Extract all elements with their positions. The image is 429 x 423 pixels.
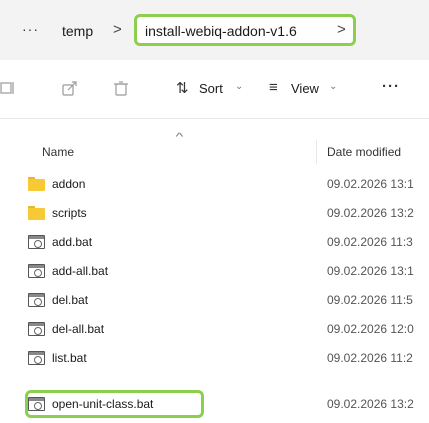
breadcrumb-current-chevron-icon[interactable]: >: [337, 21, 346, 38]
breadcrumb-current-label: install-webiq-addon-v1.6: [145, 23, 297, 39]
file-row-add-bat[interactable]: add.bat 09.02.2026 11:3: [0, 228, 429, 257]
file-date: 09.02.2026 12:0: [327, 322, 414, 336]
file-row-del-bat[interactable]: del.bat 09.02.2026 11:5: [0, 286, 429, 315]
file-date: 09.02.2026 13:2: [327, 397, 414, 411]
file-row-add-all-bat[interactable]: add-all.bat 09.02.2026 13:1: [0, 257, 429, 286]
file-row-scripts[interactable]: scripts 09.02.2026 13:2: [0, 199, 429, 228]
highlight-box: [25, 390, 204, 418]
batch-file-icon: [28, 293, 45, 307]
breadcrumb-more-button[interactable]: ···: [22, 21, 39, 37]
breadcrumb-item-current[interactable]: install-webiq-addon-v1.6 >: [134, 14, 356, 46]
column-header-date-modified[interactable]: Date modified: [327, 145, 401, 159]
sort-button[interactable]: Sort: [199, 81, 223, 96]
sort-ascending-icon: ^: [175, 132, 184, 143]
folder-icon: [28, 206, 45, 220]
column-divider[interactable]: [316, 140, 317, 164]
file-name: addon: [52, 177, 86, 191]
breadcrumb-bar: ··· temp > install-webiq-addon-v1.6 >: [0, 0, 429, 60]
delete-icon[interactable]: [113, 80, 129, 96]
view-chevron-down-icon[interactable]: ⌄: [329, 81, 337, 92]
file-name: add.bat: [52, 235, 93, 249]
file-name: list.bat: [52, 351, 87, 365]
file-date: 09.02.2026 13:1: [327, 264, 414, 278]
more-options-button[interactable]: ···: [382, 78, 400, 95]
file-row-list-bat[interactable]: list.bat 09.02.2026 11:2: [0, 344, 429, 373]
file-name: add-all.bat: [52, 264, 109, 278]
breadcrumb-chevron-icon[interactable]: >: [113, 21, 122, 38]
file-date: 09.02.2026 11:3: [327, 235, 413, 249]
view-button[interactable]: View: [291, 81, 319, 96]
file-row-del-all-bat[interactable]: del-all.bat 09.02.2026 12:0: [0, 315, 429, 344]
batch-file-icon: [28, 264, 45, 278]
file-date: 09.02.2026 13:1: [327, 177, 414, 191]
file-name: del.bat: [52, 293, 89, 307]
file-row-addon[interactable]: addon 09.02.2026 13:1: [0, 170, 429, 199]
file-date: 09.02.2026 13:2: [327, 206, 414, 220]
file-name: del-all.bat: [52, 322, 105, 336]
file-name: scripts: [52, 206, 87, 220]
view-icon[interactable]: ≡: [269, 79, 278, 96]
file-date: 09.02.2026 11:2: [327, 351, 413, 365]
sort-chevron-down-icon[interactable]: ⌄: [235, 81, 243, 92]
sort-icon[interactable]: ⇅: [176, 79, 189, 97]
file-date: 09.02.2026 11:5: [327, 293, 413, 307]
folder-icon: [28, 177, 45, 191]
batch-file-icon: [28, 322, 45, 336]
batch-file-icon: [28, 351, 45, 365]
column-header-name[interactable]: Name: [42, 145, 74, 159]
command-bar: ⇅ Sort ⌄ ≡ View ⌄ ···: [0, 60, 429, 119]
column-header-row: ^ Name Date modified: [0, 130, 429, 170]
share-icon[interactable]: [62, 80, 78, 96]
breadcrumb-item-temp[interactable]: temp: [62, 23, 93, 39]
rename-icon[interactable]: [0, 80, 16, 96]
batch-file-icon: [28, 235, 45, 249]
